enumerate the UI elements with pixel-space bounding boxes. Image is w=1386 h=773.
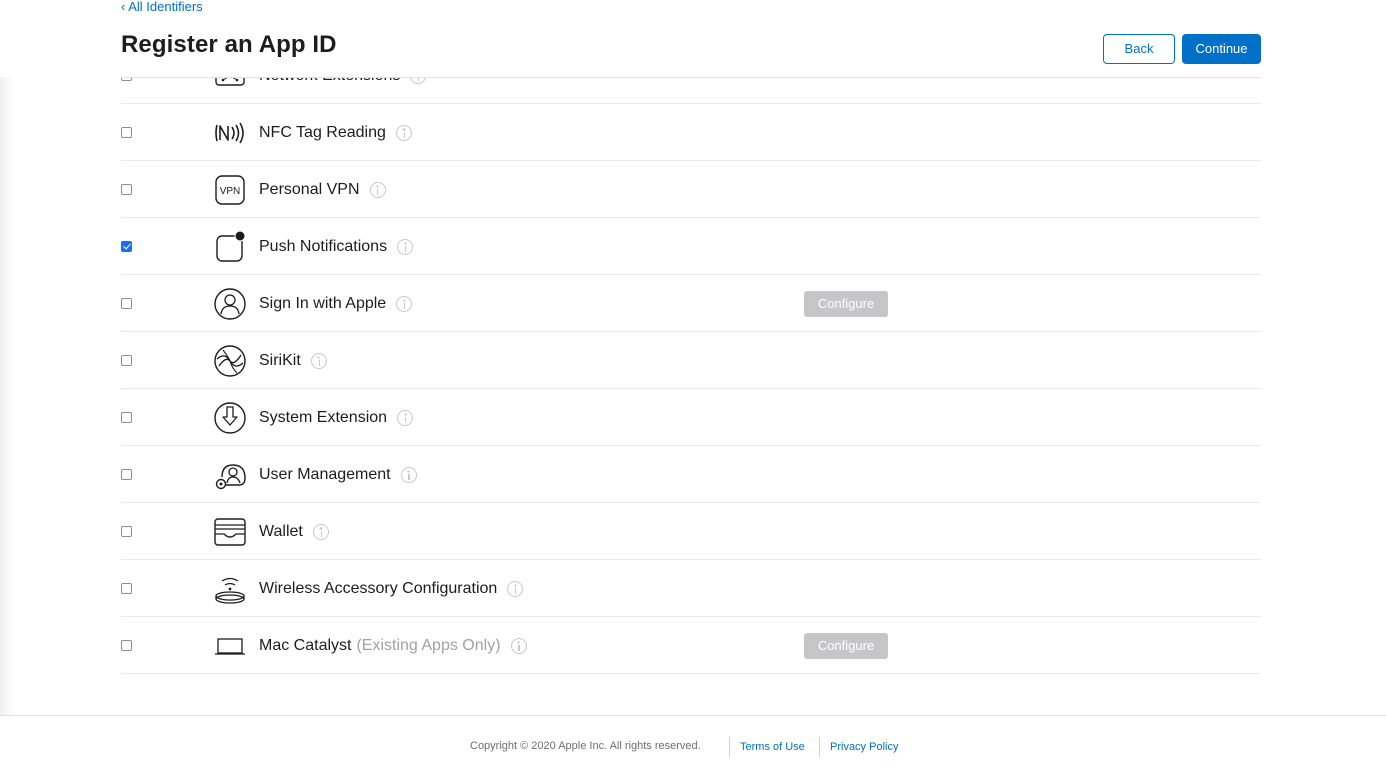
info-icon[interactable]: [397, 238, 414, 255]
left-shade: [0, 0, 14, 773]
capability-row-system-extension: System Extension: [121, 389, 1261, 446]
capability-row-personal-vpn: VPN Personal VPN: [121, 161, 1261, 218]
wireless-accessory-icon: [213, 572, 247, 606]
system-extension-icon: [213, 401, 247, 435]
configure-button-sign-in-with-apple[interactable]: Configure: [804, 291, 888, 317]
capability-label: SiriKit: [259, 351, 301, 369]
capability-checkbox-wallet[interactable]: [121, 526, 132, 537]
capability-row-wireless-accessory-configuration: Wireless Accessory Configuration: [121, 560, 1261, 617]
info-icon[interactable]: [396, 295, 413, 312]
capability-row-push-notifications: Push Notifications: [121, 218, 1261, 275]
capability-checkbox-mac-catalyst[interactable]: [121, 640, 132, 651]
footer-divider: [729, 737, 730, 757]
capability-label: User Management: [259, 465, 391, 483]
info-icon[interactable]: [510, 637, 527, 654]
capability-row-sirikit: SiriKit: [121, 332, 1261, 389]
capability-checkbox-sirikit[interactable]: [121, 355, 132, 366]
svg-text:VPN: VPN: [220, 186, 241, 197]
breadcrumb-all-identifiers[interactable]: ‹ All Identifiers: [121, 0, 203, 14]
footer: Copyright © 2020 Apple Inc. All rights r…: [0, 715, 1386, 773]
capability-checkbox-system-extension[interactable]: [121, 412, 132, 423]
capability-checkbox-nfc-tag-reading[interactable]: [121, 127, 132, 138]
continue-button[interactable]: Continue: [1182, 34, 1261, 64]
capability-row-mac-catalyst: Mac Catalyst (Existing Apps Only) Config…: [121, 617, 1261, 674]
footer-divider: [819, 737, 820, 757]
page-title: Register an App ID: [121, 31, 337, 58]
capability-row-sign-in-with-apple: Sign In with Apple Configure: [121, 275, 1261, 332]
capability-label: Mac Catalyst: [259, 636, 352, 654]
capability-label: System Extension: [259, 408, 388, 426]
info-icon[interactable]: [400, 466, 417, 483]
laptop-icon: [213, 629, 247, 663]
push-notifications-icon: [213, 230, 247, 264]
capability-row-wallet: Wallet: [121, 503, 1261, 560]
capability-label: Personal VPN: [259, 180, 360, 198]
vpn-icon: VPN: [213, 173, 247, 207]
info-icon[interactable]: [310, 352, 327, 369]
page: Network Extensions NFC Tag Reading VPN P…: [0, 0, 1386, 773]
copyright-text: Copyright © 2020 Apple Inc. All rights r…: [470, 740, 701, 752]
capability-row-nfc-tag-reading: NFC Tag Reading: [121, 104, 1261, 161]
capability-checkbox-user-management[interactable]: [121, 469, 132, 480]
page-header: ‹ All Identifiers Register an App ID Bac…: [0, 0, 1386, 78]
capability-checkbox-personal-vpn[interactable]: [121, 184, 132, 195]
info-icon[interactable]: [397, 409, 414, 426]
capabilities-list: Network Extensions NFC Tag Reading VPN P…: [121, 47, 1261, 674]
capability-checkbox-wireless-accessory-configuration[interactable]: [121, 583, 132, 594]
capability-label: Wireless Accessory Configuration: [259, 579, 498, 597]
user-management-icon: [213, 458, 247, 492]
capability-note: (Existing Apps Only): [356, 636, 501, 654]
configure-button-mac-catalyst[interactable]: Configure: [804, 633, 888, 659]
info-icon[interactable]: [369, 181, 386, 198]
privacy-policy-link[interactable]: Privacy Policy: [830, 741, 898, 753]
info-icon[interactable]: [507, 580, 524, 597]
capability-label: Sign In with Apple: [259, 294, 387, 312]
capability-label: Wallet: [259, 522, 303, 540]
wallet-icon: [213, 515, 247, 549]
capability-checkbox-sign-in-with-apple[interactable]: [121, 298, 132, 309]
person-icon: [213, 287, 247, 321]
header-divider: [121, 77, 1261, 78]
nfc-icon: [213, 116, 247, 150]
terms-of-use-link[interactable]: Terms of Use: [740, 741, 805, 753]
info-icon[interactable]: [312, 523, 329, 540]
back-button[interactable]: Back: [1103, 34, 1175, 64]
capability-label: Push Notifications: [259, 237, 388, 255]
capability-label: NFC Tag Reading: [259, 123, 386, 141]
siri-icon: [213, 344, 247, 378]
capability-checkbox-push-notifications[interactable]: [121, 241, 132, 252]
info-icon[interactable]: [395, 124, 412, 141]
capability-row-user-management: User Management: [121, 446, 1261, 503]
